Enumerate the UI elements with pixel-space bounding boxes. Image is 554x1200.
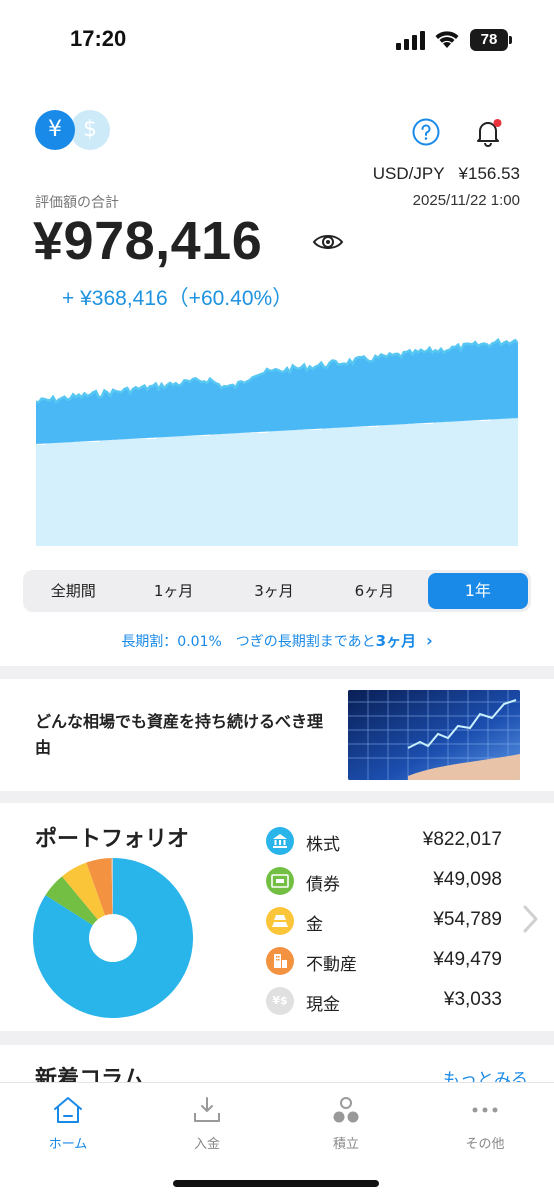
tab-label: ホーム xyxy=(48,1137,88,1152)
fx-datetime: 2025/11/22 1:00 xyxy=(412,192,520,209)
chevron-right-icon[interactable] xyxy=(520,903,540,935)
long-term-text: 長期割：0.01% つぎの長期割まであと xyxy=(121,634,376,650)
tab-deposit[interactable]: 入金 xyxy=(157,1095,257,1152)
usd-toggle-button[interactable]: $ xyxy=(70,110,110,150)
period-6m-button[interactable]: 6ヶ月 xyxy=(324,570,424,612)
savings-icon xyxy=(333,1097,359,1123)
deposit-icon xyxy=(194,1097,220,1122)
tab-label: 入金 xyxy=(193,1137,220,1152)
portfolio-value: ¥49,479 xyxy=(433,949,502,970)
fx-rate: ¥156.53 xyxy=(458,164,520,183)
portfolio-name: 現金 xyxy=(306,995,340,1015)
gain-value: + ¥368,416（+60.40%） xyxy=(62,287,294,310)
portfolio-name: 不動産 xyxy=(306,955,357,975)
tab-more[interactable]: その他 xyxy=(435,1095,535,1152)
notification-bell-icon[interactable] xyxy=(472,116,504,148)
period-all-button[interactable]: 全期間 xyxy=(23,570,123,612)
tab-home[interactable]: ホーム xyxy=(18,1095,118,1152)
gold-bar-icon xyxy=(266,907,294,935)
portfolio-item-bonds: 債券 ¥49,098 xyxy=(266,861,502,901)
tab-label: その他 xyxy=(465,1137,505,1152)
long-term-months: 3ヶ月 xyxy=(375,632,417,650)
visibility-toggle-icon[interactable] xyxy=(312,232,344,252)
portfolio-list: 株式 ¥822,017 債券 ¥49,098 金 ¥54,789 不動産 ¥49… xyxy=(266,821,502,1021)
home-icon xyxy=(54,1097,82,1123)
fx-pair: USD/JPY xyxy=(372,164,445,183)
period-selector: 全期間 1ヶ月 3ヶ月 6ヶ月 1年 xyxy=(23,570,531,612)
article-title: どんな相場でも資産を持ち続けるべき理由 xyxy=(35,712,324,757)
total-value: ¥978,416 xyxy=(33,211,263,271)
bond-certificate-icon xyxy=(266,867,294,895)
portfolio-donut-chart xyxy=(33,858,194,1018)
portfolio-value: ¥49,098 xyxy=(433,869,502,890)
portfolio-value: ¥3,033 xyxy=(443,989,502,1010)
yen-toggle-button[interactable]: ¥ xyxy=(35,110,75,150)
wifi-icon xyxy=(435,31,459,48)
help-icon[interactable] xyxy=(412,118,440,146)
period-1y-button[interactable]: 1年 xyxy=(427,573,529,609)
portfolio-item-stocks: 株式 ¥822,017 xyxy=(266,821,502,861)
period-3m-button[interactable]: 3ヶ月 xyxy=(224,570,324,612)
exchange-rate: USD/JPY ¥156.53 xyxy=(373,164,520,184)
performance-chart[interactable] xyxy=(36,322,518,546)
tab-label: 積立 xyxy=(332,1137,359,1152)
portfolio-item-cash: ¥$ 現金 ¥3,033 xyxy=(266,981,502,1021)
portfolio-value: ¥54,789 xyxy=(433,909,502,930)
status-time: 17:20 xyxy=(70,26,127,51)
portfolio-name: 株式 xyxy=(306,835,340,855)
home-indicator xyxy=(173,1180,379,1187)
long-term-discount-link[interactable]: 長期割：0.01% つぎの長期割まであと3ヶ月 › xyxy=(0,630,554,651)
cellular-signal-icon xyxy=(396,31,425,50)
portfolio-name: 債券 xyxy=(306,875,340,895)
portfolio-item-real-estate: 不動産 ¥49,479 xyxy=(266,941,502,981)
summary-card: $ ¥ USD/JPY ¥156.53 2025/11/22 1:00 評価額の合… xyxy=(0,84,554,666)
more-icon xyxy=(472,1107,498,1113)
cash-icon: ¥$ xyxy=(266,987,294,1015)
bank-icon xyxy=(266,827,294,855)
featured-article[interactable]: どんな相場でも資産を持ち続けるべき理由 xyxy=(0,679,554,791)
portfolio-title: ポートフォリオ xyxy=(35,827,190,852)
period-1m-button[interactable]: 1ヶ月 xyxy=(123,570,223,612)
total-label: 評価額の合計 xyxy=(35,195,119,211)
portfolio-name: 金 xyxy=(306,915,323,935)
portfolio-card[interactable]: ポートフォリオ 株式 ¥822,017 債券 ¥49,098 金 ¥54,789 xyxy=(0,803,554,1031)
portfolio-item-gold: 金 ¥54,789 xyxy=(266,901,502,941)
tab-savings[interactable]: 積立 xyxy=(296,1095,396,1152)
building-icon xyxy=(266,947,294,975)
status-bar: 17:20 78 xyxy=(0,0,554,84)
chevron-right-icon: › xyxy=(426,631,433,650)
battery-indicator: 78 xyxy=(470,29,512,51)
article-thumbnail xyxy=(348,690,520,780)
portfolio-value: ¥822,017 xyxy=(422,829,502,850)
